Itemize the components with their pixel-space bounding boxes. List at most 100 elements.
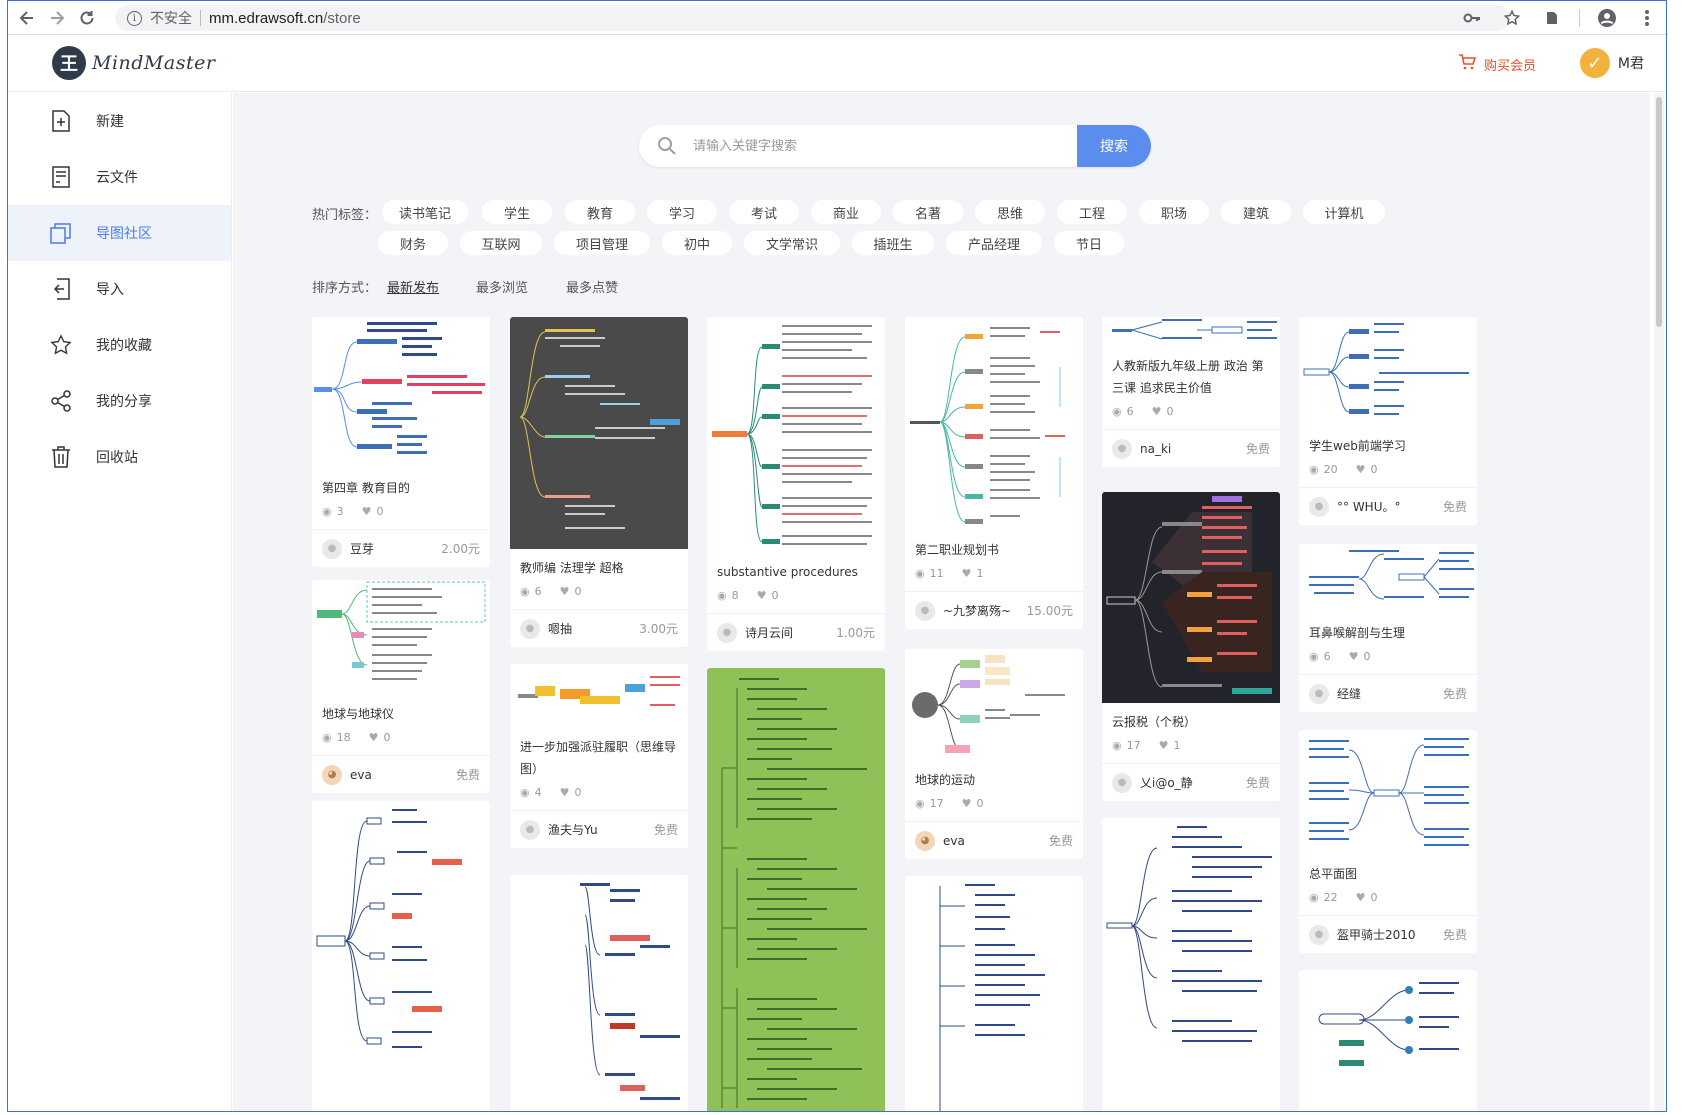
sidebar-item-import[interactable]: 导入: [8, 261, 231, 317]
back-icon[interactable]: [12, 3, 42, 33]
card-footer: ● 嗯抽 3.00元: [510, 609, 688, 647]
buy-membership-button[interactable]: 购买会员: [1458, 54, 1536, 75]
tag-chip[interactable]: 插班生: [852, 231, 934, 255]
avatar[interactable]: ●: [1112, 438, 1132, 459]
mindmap-card[interactable]: 教师编 法理学 超格 ◉ 6 ♥ 0 ● 嗯抽 3.00元: [510, 317, 688, 647]
author-name[interactable]: na_ki: [1140, 442, 1246, 456]
tag-chip[interactable]: 互联网: [460, 231, 542, 255]
like-count: 0: [1370, 890, 1378, 904]
mindmap-card[interactable]: [1299, 970, 1477, 1111]
avatar[interactable]: ●: [717, 622, 737, 643]
author-name[interactable]: °° WHU。°: [1337, 498, 1443, 515]
author-name[interactable]: eva: [943, 834, 1049, 848]
mindmap-card[interactable]: 耳鼻喉解剖与生理 ◉ 6 ♥ 0 ● 经缝 免费: [1299, 544, 1477, 712]
sidebar-item-trash[interactable]: 回收站: [8, 429, 231, 485]
sidebar-item-shares[interactable]: 我的分享: [8, 373, 231, 429]
bookmark-star-icon[interactable]: [1499, 5, 1525, 31]
tag-chip[interactable]: 名著: [893, 200, 963, 224]
user-menu[interactable]: ✓ M君: [1579, 48, 1644, 78]
mindmap-card[interactable]: [1102, 818, 1280, 1111]
search-input[interactable]: [693, 138, 1053, 154]
tag-chip[interactable]: 学习: [647, 200, 717, 224]
mindmap-card[interactable]: 云报税（个税） ◉ 17 ♥ 1 ● 乂i@o_静 免费: [1102, 492, 1280, 801]
mindmap-card[interactable]: 人教新版九年级上册 政治 第三课 追求民主价值 ◉ 6 ♥ 0 ● na_ki 免费: [1102, 317, 1280, 467]
forward-icon[interactable]: [42, 3, 72, 33]
search-button[interactable]: 搜索: [1077, 125, 1151, 167]
avatar[interactable]: ●: [520, 618, 540, 639]
tag-chip[interactable]: 职场: [1139, 200, 1209, 224]
tag-chip[interactable]: 思维: [975, 200, 1045, 224]
mindmap-card[interactable]: 地球的运动 ◉ 17 ♥ 0 ◕ eva 免费: [905, 649, 1083, 859]
mindmap-card[interactable]: [707, 668, 885, 1111]
eye-icon: ◉: [520, 584, 530, 598]
mindmap-card[interactable]: substantive procedures ◉ 8 ♥ 0 ● 诗月云间 1.00…: [707, 317, 885, 651]
author-name[interactable]: 嗯抽: [548, 620, 639, 637]
view-count: 17: [929, 796, 944, 810]
view-count: 17: [1126, 738, 1141, 752]
sort-most-viewed[interactable]: 最多浏览: [476, 277, 528, 296]
tag-chip[interactable]: 学生: [482, 200, 552, 224]
tag-chip[interactable]: 项目管理: [554, 231, 650, 255]
sidebar-item-new[interactable]: 新建: [8, 93, 231, 149]
avatar[interactable]: ◕: [915, 830, 935, 851]
avatar[interactable]: ●: [322, 538, 342, 559]
profile-icon[interactable]: [1594, 5, 1620, 31]
avatar[interactable]: ◕: [322, 764, 342, 785]
tag-chip[interactable]: 考试: [729, 200, 799, 224]
author-name[interactable]: 豆芽: [350, 540, 441, 557]
extension-icon[interactable]: [1539, 5, 1565, 31]
mindmap-card[interactable]: 第四章 教育目的 ◉ 3 ♥ 0 ● 豆芽 2.00元: [312, 317, 490, 567]
avatar[interactable]: ●: [1309, 496, 1329, 517]
author-name[interactable]: eva: [350, 768, 456, 782]
author-name[interactable]: 诗月云间: [745, 624, 836, 641]
tag-chip[interactable]: 建筑: [1221, 200, 1291, 224]
tag-chip[interactable]: 初中: [662, 231, 732, 255]
author-name[interactable]: 经缝: [1337, 685, 1443, 702]
author-name[interactable]: 乂i@o_静: [1140, 774, 1246, 791]
avatar[interactable]: ●: [915, 600, 935, 621]
avatar[interactable]: ●: [1309, 924, 1329, 945]
mindmap-card[interactable]: 总平面图 ◉ 22 ♥ 0 ● 盔甲骑士2010 免费: [1299, 730, 1477, 953]
author-name[interactable]: 盔甲骑士2010: [1337, 926, 1443, 943]
mindmap-card[interactable]: 学生web前端学习 ◉ 20 ♥ 0 ● °° WHU。° 免费: [1299, 317, 1477, 525]
card-stats: ◉ 22 ♥ 0: [1299, 885, 1477, 909]
tag-chip[interactable]: 产品经理: [946, 231, 1042, 255]
avatar[interactable]: ●: [1112, 772, 1132, 793]
tag-chip[interactable]: 计算机: [1303, 200, 1385, 224]
site-info-icon[interactable]: i: [127, 10, 142, 26]
mindmap-card[interactable]: [312, 801, 490, 1111]
author-name[interactable]: 渔夫与Yu: [548, 821, 654, 838]
tag-chip[interactable]: 财务: [378, 231, 448, 255]
tag-chip[interactable]: 工程: [1057, 200, 1127, 224]
mindmap-card[interactable]: [510, 875, 688, 1111]
scrollbar-thumb[interactable]: [1656, 97, 1662, 327]
mindmap-card[interactable]: 进一步加强派驻履职（思维导图） ◉ 4 ♥ 0 ● 渔夫与Yu 免费: [510, 664, 688, 848]
tag-chip[interactable]: 教育: [565, 200, 635, 224]
heart-icon: ♥: [559, 584, 570, 598]
address-bar[interactable]: i 不安全 mm.edrawsoft.cn/store: [115, 5, 1510, 31]
card-thumbnail: [905, 649, 1083, 761]
tag-chip[interactable]: 文学常识: [744, 231, 840, 255]
sidebar-item-cloud-files[interactable]: 云文件: [8, 149, 231, 205]
mindmap-card[interactable]: [905, 876, 1083, 1111]
tag-chip[interactable]: 读书笔记: [382, 200, 468, 224]
sort-most-liked[interactable]: 最多点赞: [566, 277, 618, 296]
author-name[interactable]: ~九梦离殇~: [943, 602, 1027, 619]
sort-latest[interactable]: 最新发布: [387, 277, 439, 296]
like-count: 1: [1173, 738, 1181, 752]
sidebar-item-favorites[interactable]: 我的收藏: [8, 317, 231, 373]
sidebar-item-community[interactable]: 导图社区: [8, 205, 231, 261]
key-icon[interactable]: [1459, 5, 1485, 31]
reload-icon[interactable]: [72, 3, 102, 33]
avatar[interactable]: ●: [1309, 683, 1329, 704]
mindmap-card[interactable]: 地球与地球仪 ◉ 18 ♥ 0 ◕ eva 免费: [312, 580, 490, 793]
logo[interactable]: 王 MindMaster: [52, 46, 215, 80]
tag-chip[interactable]: 商业: [811, 200, 881, 224]
page-scrollbar[interactable]: [1654, 93, 1664, 1111]
avatar[interactable]: ●: [520, 819, 540, 840]
mindmap-card[interactable]: 第二职业规划书 ◉ 11 ♥ 1 ● ~九梦离殇~ 15.00元: [905, 317, 1083, 629]
sidebar: 新建 云文件 导图社区 导入 我的收藏 我的分享 回收站: [8, 93, 232, 1111]
url-text[interactable]: mm.edrawsoft.cn/store: [209, 10, 361, 27]
menu-icon[interactable]: [1634, 5, 1660, 31]
tag-chip[interactable]: 节日: [1054, 231, 1124, 255]
